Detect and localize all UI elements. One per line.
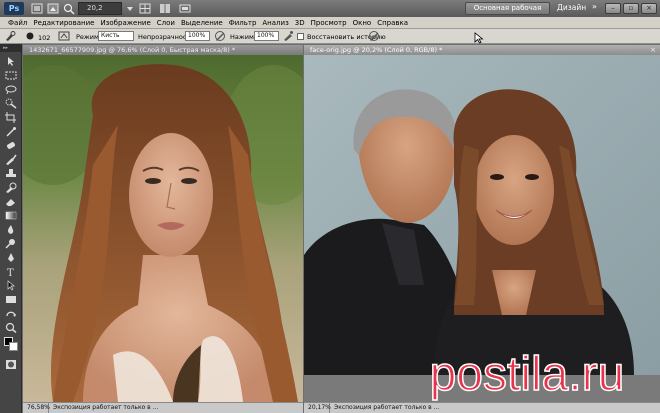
mode-select[interactable]: Кисть: [98, 31, 134, 41]
pen-tool-icon[interactable]: [4, 252, 18, 263]
menu-bar: Файл Редактирование Изображение Слои Выд…: [0, 17, 660, 29]
menu-analysis[interactable]: Анализ: [260, 17, 292, 28]
document-window-left[interactable]: 1432671_66577909.jpg @ 76,6% (Слой 0, Бы…: [23, 45, 303, 413]
arrange-documents-icon[interactable]: [158, 2, 172, 15]
menu-view[interactable]: Просмотр: [309, 17, 351, 28]
maximize-icon[interactable]: ▫: [623, 3, 639, 14]
menu-layers[interactable]: Слои: [155, 17, 179, 28]
gradient-tool-icon[interactable]: [4, 210, 18, 221]
bridge-icon[interactable]: [30, 2, 44, 15]
zoom-readout-right[interactable]: 20,17%: [304, 403, 331, 413]
postila-watermark: postila.ru: [429, 347, 625, 402]
tools-panel-header[interactable]: ▸▸: [0, 44, 21, 52]
pressure-label: Нажим:: [230, 33, 257, 41]
pressure-field[interactable]: 100%: [254, 31, 279, 41]
watermark-text: postila.ru: [430, 348, 625, 401]
menu-help[interactable]: Справка: [375, 17, 412, 28]
history-brush-tool-icon[interactable]: [4, 30, 16, 42]
svg-text:T: T: [7, 268, 14, 277]
history-brush-tool-icon-panel[interactable]: [4, 182, 18, 193]
application-bar: Ps 20,2 Основная рабочая среда Дизайн » …: [0, 0, 660, 23]
menu-image[interactable]: Изображение: [98, 17, 154, 28]
status-info-left[interactable]: Экспозиция работает только в ...: [49, 404, 158, 411]
opacity-field[interactable]: 100%: [185, 31, 210, 41]
close-icon[interactable]: ×: [641, 3, 657, 14]
eraser-tool-icon[interactable]: [4, 196, 18, 207]
workspace-more-icon[interactable]: »: [592, 2, 597, 11]
quick-mask-icon[interactable]: [4, 359, 18, 370]
zoom-tool-icon[interactable]: [4, 322, 18, 333]
blur-tool-icon[interactable]: [4, 224, 18, 235]
restore-history-checkbox[interactable]: [297, 33, 304, 40]
tablet-pressure-icon[interactable]: [368, 30, 380, 42]
airbrush-icon[interactable]: [282, 30, 294, 42]
document-close-icon[interactable]: ×: [649, 46, 657, 54]
brush-preset-icon[interactable]: [24, 30, 36, 42]
window-controls: – ▫ ×: [605, 3, 660, 15]
brush-panel-icon[interactable]: [58, 30, 70, 42]
document-title-right[interactable]: face-orig.jpg @ 20,2% (Слой 0, RGB/8) *: [304, 45, 660, 55]
zoom-level-field[interactable]: 20,2: [78, 2, 122, 15]
brush-size-label: 102: [38, 34, 51, 42]
menu-edit[interactable]: Редактирование: [31, 17, 98, 28]
canvas-left[interactable]: [23, 55, 303, 402]
tablet-opacity-icon[interactable]: [214, 30, 226, 42]
healing-brush-tool-icon[interactable]: [4, 140, 18, 151]
workspace-essentials-button[interactable]: Основная рабочая среда: [465, 2, 550, 23]
3d-rotate-tool-icon[interactable]: [4, 308, 18, 319]
menu-filter[interactable]: Фильтр: [227, 17, 261, 28]
menu-window[interactable]: Окно: [351, 17, 376, 28]
status-bar-left: 76,58% Экспозиция работает только в ...: [23, 402, 303, 413]
hand-zoom-icon[interactable]: [62, 2, 76, 15]
type-tool-icon[interactable]: T: [4, 266, 18, 277]
screen-mode-icon[interactable]: [178, 2, 192, 15]
photoshop-logo: Ps: [4, 2, 24, 15]
minimize-icon[interactable]: –: [605, 3, 621, 14]
document-title-left[interactable]: 1432671_66577909.jpg @ 76,6% (Слой 0, Бы…: [23, 45, 303, 55]
workspace-design-link[interactable]: Дизайн: [557, 3, 586, 12]
menu-file[interactable]: Файл: [6, 17, 31, 28]
quick-selection-tool-icon[interactable]: [4, 98, 18, 109]
zoom-dropdown-icon[interactable]: [126, 2, 134, 15]
lasso-tool-icon[interactable]: [4, 84, 18, 95]
view-extras-icon[interactable]: [138, 2, 152, 15]
tools-panel: ▸▸ T: [0, 44, 22, 413]
menu-select[interactable]: Выделение: [179, 17, 227, 28]
shape-tool-icon[interactable]: [4, 294, 18, 305]
crop-tool-icon[interactable]: [4, 112, 18, 123]
move-tool-icon[interactable]: [4, 56, 18, 67]
brush-tool-icon[interactable]: [4, 154, 18, 165]
menu-3d[interactable]: 3D: [293, 17, 309, 28]
eyedropper-tool-icon[interactable]: [4, 126, 18, 137]
marquee-tool-icon[interactable]: [4, 70, 18, 81]
dodge-tool-icon[interactable]: [4, 238, 18, 249]
clone-stamp-tool-icon[interactable]: [4, 168, 18, 179]
zoom-readout-left[interactable]: 76,58%: [23, 403, 50, 413]
minibridge-icon[interactable]: [46, 2, 60, 15]
options-bar: 102 Режим: Кисть Непрозрачность: 100% На…: [0, 29, 660, 44]
mouse-cursor-icon: [474, 32, 486, 44]
background-color-swatch[interactable]: [9, 342, 18, 351]
portrait-photo-woman: [23, 55, 303, 402]
path-selection-tool-icon[interactable]: [4, 280, 18, 291]
